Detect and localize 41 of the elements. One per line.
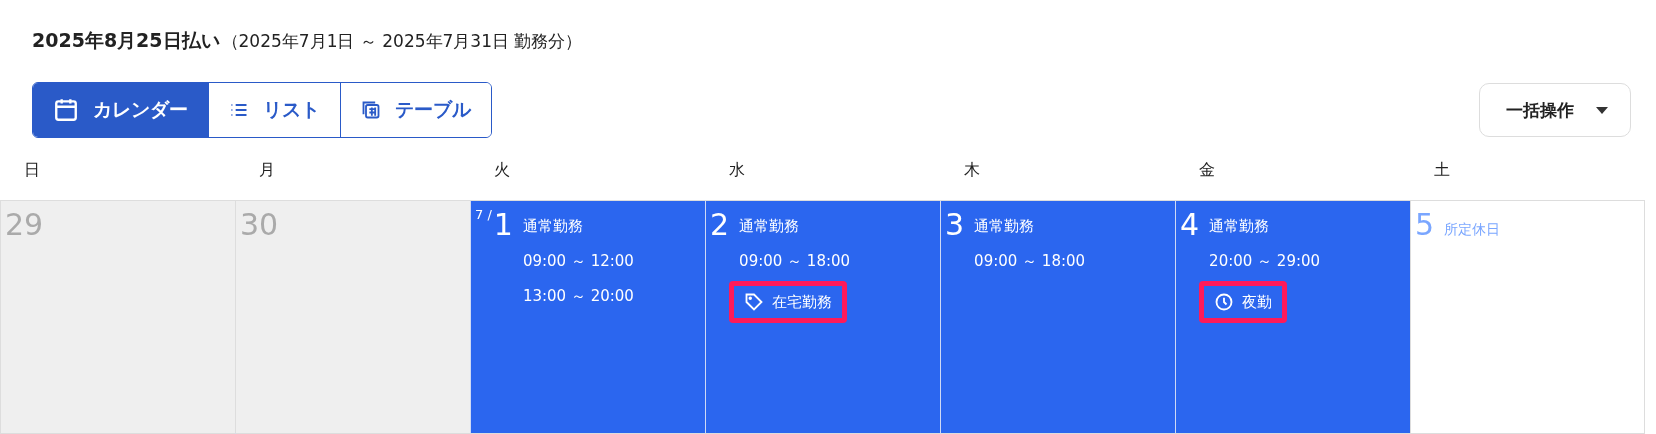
shift-time: 13:00 ～ 20:00: [522, 287, 635, 306]
shift-tag: 在宅勤務: [729, 281, 848, 323]
weekday-label: 水: [728, 160, 746, 181]
calendar-icon: [53, 97, 79, 123]
day-cell[interactable]: 3 通常勤務 09:00 ～ 18:00: [940, 200, 1175, 433]
shift-name: 通常勤務: [522, 217, 584, 236]
period-text: （2025年7月1日 ～ 2025年7月31日 勤務分）: [221, 30, 583, 53]
day-number: 30: [240, 207, 279, 243]
view-tab[interactable]: カレンダー: [33, 83, 208, 137]
shift-time: 09:00 ～ 12:00: [522, 252, 635, 271]
bulk-action-button[interactable]: 一括操作: [1479, 83, 1631, 137]
weekday-label: 火: [493, 160, 511, 181]
month-label: 7 /: [475, 207, 492, 222]
shift-time: 09:00 ～ 18:00: [974, 252, 1087, 271]
shift-tag: 夜勤: [1199, 281, 1288, 323]
day-number: 5: [1415, 207, 1435, 243]
shift-name: 通常勤務: [974, 217, 1036, 236]
table-icon: [361, 100, 381, 120]
day-cell[interactable]: 4 通常勤務 20:00 ～ 29:00 夜勤: [1175, 200, 1410, 433]
weekday-label: 日: [23, 160, 41, 181]
view-tab[interactable]: テーブル: [340, 83, 491, 137]
caret-icon: [1596, 106, 1608, 114]
shift-time: 20:00 ～ 29:00: [1209, 252, 1322, 271]
day-number: 2: [710, 207, 730, 243]
day-cell[interactable]: 5 所定休日: [1410, 200, 1645, 433]
holiday-label: 所定休日: [1444, 221, 1501, 237]
weekday-label: 月: [258, 160, 276, 181]
shift-name: 通常勤務: [1209, 217, 1271, 236]
weekday-label: 土: [1433, 160, 1451, 181]
day-cell[interactable]: 2 通常勤務 09:00 ～ 18:00 在宅勤務: [705, 200, 940, 433]
day-number: 29: [5, 207, 44, 243]
day-number: 1: [493, 207, 513, 243]
weekday-label: 木: [963, 160, 981, 181]
tag-icon: [744, 292, 765, 312]
clock-icon: [1214, 292, 1235, 312]
shift-time: 09:00 ～ 18:00: [739, 252, 852, 271]
payment-title: 2025年8月25日払い: [32, 28, 220, 53]
shift-name: 通常勤務: [739, 217, 801, 236]
weekday-label: 金: [1198, 160, 1216, 181]
day-number: 3: [945, 207, 965, 243]
day-number: 4: [1180, 207, 1200, 243]
